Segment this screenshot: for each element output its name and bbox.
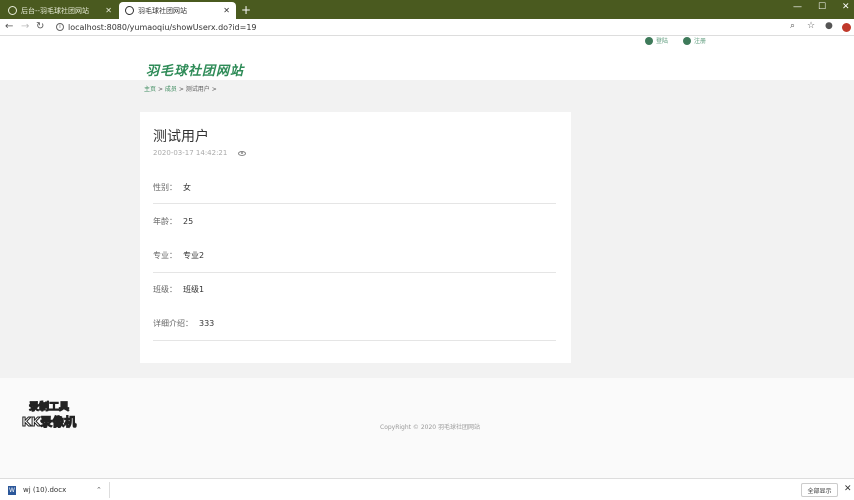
watermark-line: 录制工具	[29, 402, 70, 414]
address-bar[interactable]: i localhost:8080/yumaoqiu/showUserx.do?i…	[56, 20, 792, 34]
field-value: 女	[183, 183, 191, 192]
post-meta: 2020-03-17 14:42:21	[153, 149, 247, 157]
close-tab-icon[interactable]: ✕	[223, 6, 230, 15]
watermark-line: KK录像机	[21, 415, 77, 430]
user-detail-card: 测试用户 2020-03-17 14:42:21 性别： 女 年龄： 25 专业…	[140, 112, 571, 363]
info-icon[interactable]: i	[56, 23, 64, 31]
window-close-icon[interactable]: ✕	[842, 2, 850, 12]
forward-icon[interactable]: →	[21, 21, 29, 32]
new-tab-button[interactable]: +	[241, 3, 251, 17]
field-gender: 性别： 女	[153, 182, 556, 193]
minimize-icon[interactable]: —	[793, 2, 802, 12]
globe-icon	[125, 6, 134, 15]
field-class: 班级： 班级1	[153, 284, 556, 295]
field-label: 详细介绍：	[153, 319, 193, 328]
divider	[153, 340, 556, 341]
tab-site[interactable]: 羽毛球社团网站 ✕	[119, 2, 236, 19]
field-age: 年龄： 25	[153, 216, 556, 227]
timestamp: 2020-03-17 14:42:21	[153, 149, 228, 157]
field-label: 专业：	[153, 251, 177, 260]
divider	[153, 203, 556, 204]
site-logo[interactable]: 羽毛球社团网站	[146, 60, 244, 79]
star-icon[interactable]: ☆	[807, 21, 815, 31]
tab-title: 后台--羽毛球社团网站	[21, 6, 90, 15]
tab-title: 羽毛球社团网站	[138, 6, 187, 15]
field-value: 25	[183, 217, 194, 226]
login-label: 登陆	[656, 38, 669, 45]
field-label: 性别：	[153, 183, 177, 192]
address-toolbar: ← → ↻ i localhost:8080/yumaoqiu/showUser…	[0, 19, 854, 36]
breadcrumb-separator: >	[211, 86, 217, 93]
register-icon	[683, 36, 691, 45]
field-label: 年龄：	[153, 217, 177, 226]
profile-icon[interactable]: ●	[825, 21, 833, 31]
divider	[153, 272, 556, 273]
word-doc-icon: W	[8, 485, 16, 495]
field-label: 班级：	[153, 285, 177, 294]
site-footer: 录制工具 KK录像机 CopyRight © 2020 羽毛球社团网站	[0, 378, 854, 478]
page-title: 测试用户	[153, 129, 209, 145]
user-icon	[645, 36, 653, 45]
globe-icon	[8, 6, 17, 15]
field-major: 专业： 专业2	[153, 250, 556, 261]
back-icon[interactable]: ←	[5, 21, 13, 32]
breadcrumb-home[interactable]: 主页	[144, 86, 156, 93]
breadcrumb-current: 测试用户	[185, 86, 210, 93]
breadcrumb-separator: >	[157, 86, 163, 93]
download-bar: W wj (10).docx ⌃ 全部显示 ✕	[0, 478, 854, 500]
tab-strip: 后台--羽毛球社团网站 ✕ 羽毛球社团网站 ✕ + — ☐ ✕	[0, 0, 854, 19]
site-header: 登陆 注册 羽毛球社团网站	[0, 36, 854, 80]
tab-admin[interactable]: 后台--羽毛球社团网站 ✕	[2, 2, 118, 19]
eye-icon	[238, 150, 247, 156]
breadcrumb-separator: >	[178, 86, 184, 93]
breadcrumb: 主页 > 成员 > 测试用户 >	[144, 84, 217, 93]
breadcrumb-members[interactable]: 成员	[165, 86, 177, 93]
field-value: 班级1	[183, 285, 205, 294]
field-description: 详细介绍： 333	[153, 318, 556, 329]
url-text[interactable]: localhost:8080/yumaoqiu/showUserx.do?id=…	[68, 23, 257, 32]
maximize-icon[interactable]: ☐	[818, 2, 826, 12]
field-value: 专业2	[183, 251, 205, 260]
recorder-watermark: 录制工具 KK录像机	[14, 398, 84, 430]
download-filename[interactable]: wj (10).docx	[23, 486, 66, 494]
show-all-button[interactable]: 全部显示	[801, 483, 838, 497]
close-tab-icon[interactable]: ✕	[105, 6, 112, 15]
register-link[interactable]: 注册	[683, 36, 706, 45]
close-icon[interactable]: ✕	[844, 484, 852, 494]
reload-icon[interactable]: ↻	[36, 21, 44, 32]
chevron-up-icon[interactable]: ⌃	[96, 486, 102, 494]
search-icon[interactable]: ⌕	[790, 21, 795, 31]
register-label: 注册	[694, 38, 707, 45]
download-item[interactable]: W wj (10).docx ⌃	[8, 482, 110, 498]
copyright-text: CopyRight © 2020 羽毛球社团网站	[380, 424, 481, 431]
extension-icon[interactable]	[842, 23, 851, 32]
field-value: 333	[199, 319, 215, 328]
login-link[interactable]: 登陆	[645, 36, 668, 45]
